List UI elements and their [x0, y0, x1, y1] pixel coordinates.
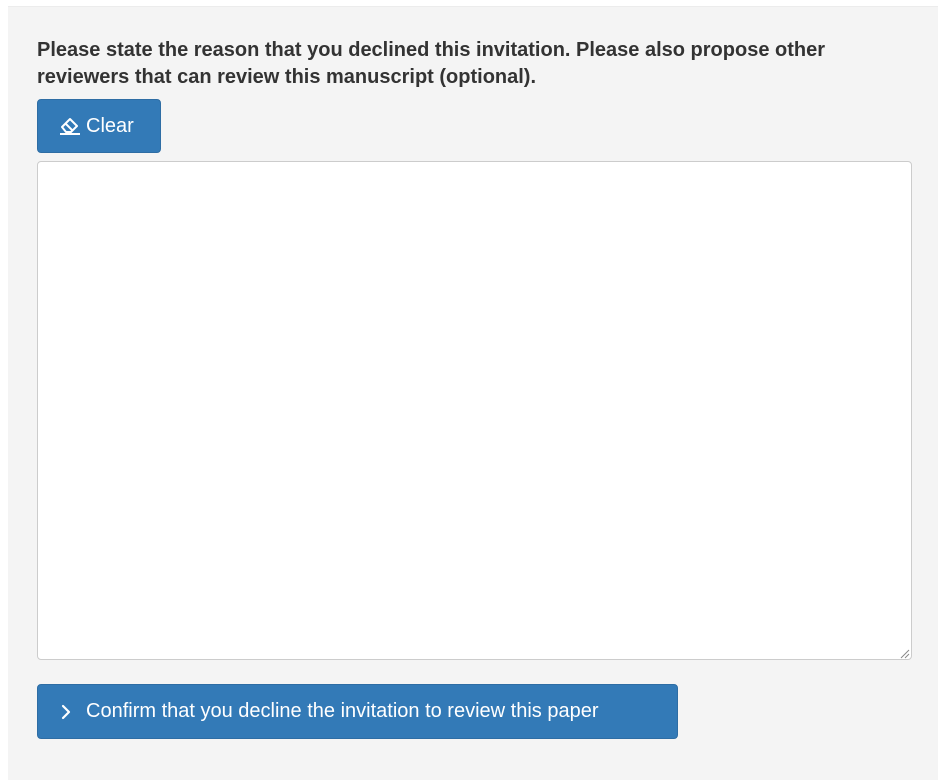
confirm-decline-button-label: Confirm that you decline the invitation …: [86, 700, 599, 722]
decline-reason-prompt: Please state the reason that you decline…: [37, 39, 825, 88]
clear-button[interactable]: Clear: [37, 99, 161, 153]
textarea-resize-handle[interactable]: [898, 646, 910, 659]
eraser-icon: [58, 116, 82, 136]
chevron-right-icon: [60, 702, 74, 722]
decline-reason-textarea[interactable]: [37, 161, 912, 660]
clear-button-label: Clear: [86, 114, 134, 137]
decline-form-panel: Please state the reason that you decline…: [8, 6, 938, 780]
confirm-decline-button[interactable]: Confirm that you decline the invitation …: [37, 684, 678, 739]
